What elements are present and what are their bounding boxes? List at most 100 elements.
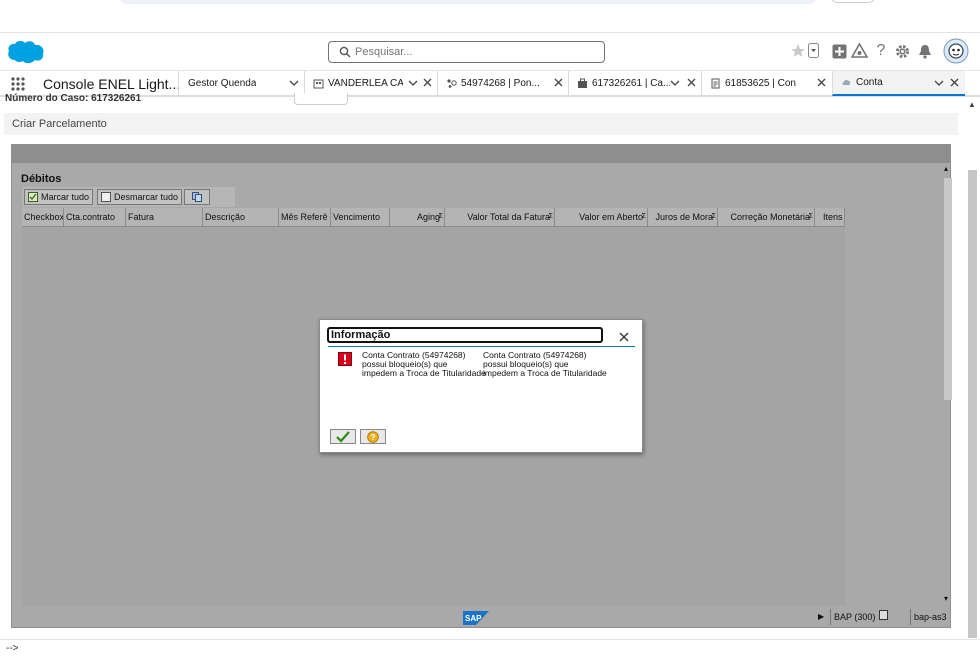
deselect-all-icon	[101, 192, 111, 202]
select-all-icon	[28, 192, 38, 202]
column-header[interactable]: Valor em Aberto Σ	[555, 208, 648, 226]
tab-gestor-quenda[interactable]: Gestor Quenda	[178, 71, 304, 96]
confirm-button[interactable]	[330, 429, 356, 444]
grid-toolbar: Marcar tudo Desmarcar tudo	[22, 187, 235, 207]
column-header[interactable]: Vencimento	[331, 208, 390, 226]
account-icon	[313, 79, 324, 89]
help-icon: ?	[367, 430, 379, 443]
section-header: Criar Parcelamento	[4, 113, 958, 135]
status-expand-icon[interactable]: ▶	[818, 612, 824, 621]
column-header-label: Valor em Aberto	[579, 212, 643, 222]
select-all-label: Marcar tudo	[41, 192, 90, 202]
close-icon[interactable]	[553, 77, 564, 88]
tab-contract[interactable]: 61853625 | Con...	[701, 71, 832, 96]
tab-case[interactable]: 617326261 | Ca...	[568, 71, 701, 96]
case-action-button[interactable]	[294, 93, 348, 105]
column-header[interactable]: Correção Monetária Σ	[718, 208, 815, 226]
chevron-down-icon[interactable]	[670, 78, 680, 88]
session-info-icon[interactable]	[879, 610, 888, 620]
tab-label: Conta	[856, 77, 883, 88]
page-scroll-up-icon[interactable]: ▲	[968, 100, 976, 109]
message-text: Conta Contrato (54974268) possui bloquei…	[483, 351, 607, 378]
close-icon[interactable]	[816, 77, 827, 88]
column-header[interactable]: Fatura	[126, 208, 203, 226]
column-header[interactable]: Descrição	[203, 208, 279, 226]
page-scrollbar-thumb[interactable]	[968, 170, 977, 638]
search-input[interactable]	[355, 44, 595, 60]
favorites-star-icon[interactable]	[790, 42, 820, 60]
cloud-icon	[842, 79, 851, 85]
message-line: impedem a Troca de Titularidade	[483, 368, 607, 378]
dialog-title: Informação	[327, 327, 603, 343]
app-launcher-icon[interactable]	[10, 76, 26, 92]
salesforce-logo[interactable]	[6, 38, 46, 66]
error-icon	[338, 352, 352, 366]
scroll-up-icon[interactable]: ▴	[944, 164, 948, 173]
grid-header-row: Checkbox Cta.contrato Fatura Descrição M…	[22, 208, 845, 227]
information-dialog: Informação Conta Contrato (54974268) pos…	[319, 319, 643, 453]
copy-icon	[192, 192, 202, 202]
tab-label: 61853625 | Con...	[725, 78, 797, 89]
tab-conta[interactable]: Conta	[832, 71, 965, 96]
server-info: bap-as3	[914, 612, 947, 622]
column-header-label: Aging	[416, 212, 440, 222]
utility-bar: -->	[0, 639, 980, 661]
tab-label: 54974268 | Pon...	[461, 78, 539, 89]
section-title: Criar Parcelamento	[12, 118, 107, 130]
chevron-down-icon[interactable]	[408, 78, 418, 88]
sap-scrollbar-thumb[interactable]	[944, 178, 952, 400]
svg-text:SAP: SAP	[465, 614, 482, 623]
copy-button[interactable]	[184, 189, 210, 205]
browser-address-bar[interactable]	[118, 0, 818, 4]
case-briefcase-icon	[578, 78, 587, 88]
column-sum-icon: Σ	[641, 213, 646, 220]
global-create-icon[interactable]	[830, 42, 848, 60]
chevron-down-icon[interactable]	[289, 78, 299, 88]
column-sum-icon: Σ	[711, 213, 716, 220]
sap-logo: SAP	[463, 611, 489, 625]
console-tab-bar: Console ENEL Light... Gestor Quenda VAND…	[0, 70, 980, 97]
status-separator	[910, 609, 911, 625]
column-sum-icon: Σ	[438, 213, 443, 220]
avatar[interactable]	[943, 38, 969, 64]
scroll-down-icon[interactable]: ▾	[944, 594, 948, 603]
column-sum-icon: Σ	[548, 213, 553, 220]
sap-title-bar	[12, 145, 950, 163]
trailhead-icon[interactable]	[850, 42, 868, 60]
sap-status-bar: SAP ▶ BAP (300) bap-as3	[12, 607, 950, 627]
dialog-divider	[328, 346, 635, 347]
close-icon[interactable]	[686, 77, 697, 88]
close-icon[interactable]	[618, 331, 630, 343]
column-header[interactable]: Aging Σ	[390, 208, 445, 226]
select-all-button[interactable]: Marcar tudo	[24, 189, 94, 205]
notifications-bell-icon[interactable]	[916, 42, 934, 60]
app-name: Console ENEL Light...	[43, 76, 181, 92]
column-header[interactable]: Itens	[815, 208, 845, 226]
grid-title: Débitos	[21, 173, 62, 185]
column-header[interactable]: Cta.contrato	[64, 208, 126, 226]
utility-prompt: -->	[6, 643, 19, 654]
chevron-down-icon[interactable]	[934, 78, 944, 88]
global-header: ?	[0, 34, 980, 70]
close-icon[interactable]	[949, 77, 960, 88]
message-line: impedem a Troca de Titularidade	[362, 368, 486, 378]
column-header[interactable]: Valor Total da Fatura Σ	[445, 208, 555, 226]
close-icon[interactable]	[422, 77, 433, 88]
column-header[interactable]: Juros de Mora Σ	[648, 208, 718, 226]
tab-installation[interactable]: 54974268 | Pon...	[437, 71, 568, 96]
column-header[interactable]: Checkbox	[22, 208, 64, 226]
gear-icon[interactable]	[893, 42, 911, 60]
tab-label: VANDERLEA CA...	[328, 78, 403, 89]
status-separator	[830, 609, 831, 625]
svg-text:?: ?	[371, 433, 376, 442]
help-button[interactable]: ?	[360, 429, 386, 444]
column-header-label: Valor Total da Fatura	[467, 212, 550, 222]
help-icon[interactable]: ?	[872, 42, 890, 60]
column-header[interactable]: Mês Referê	[279, 208, 331, 226]
tab-label: Gestor Quenda	[188, 78, 257, 89]
column-header-label: Correção Monetária	[730, 212, 810, 222]
global-search-box[interactable]	[328, 41, 605, 63]
deselect-all-button[interactable]: Desmarcar tudo	[97, 189, 183, 205]
browser-button[interactable]	[830, 0, 876, 3]
column-header-label: Juros de Mora	[655, 212, 713, 222]
